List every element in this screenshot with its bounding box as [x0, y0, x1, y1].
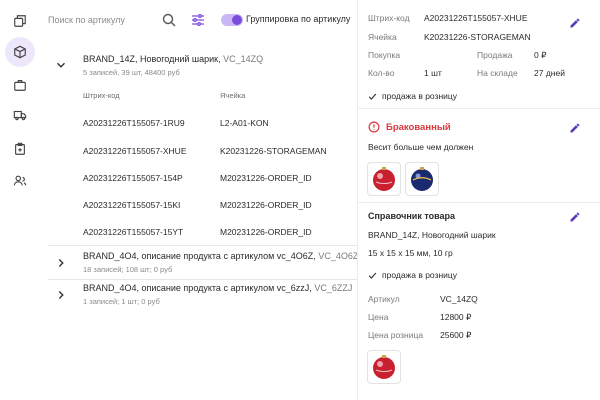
truck-icon	[13, 110, 27, 121]
catalog-dimensions: 15 x 15 x 15 мм, 10 гр	[368, 248, 453, 258]
cell-label: Ячейка	[368, 32, 397, 42]
group-summary: 5 записей, 39 шт, 48400 руб	[83, 68, 180, 77]
cell-value: K20231226-STORAGEMAN	[424, 32, 531, 42]
price-label: Цена	[368, 312, 389, 322]
row-barcode: A20231226T155057-15YT	[83, 227, 184, 237]
stack-icon	[14, 15, 26, 27]
sale-value: 0 ₽	[534, 50, 547, 60]
group-toggle-label: Группировка по артикулу	[246, 14, 351, 24]
product-list-panel: Группировка по артикулу BRAND_14Z, Новог…	[40, 0, 359, 400]
stock-value: 27 дней	[534, 68, 565, 78]
retail-price-label: Цена розница	[368, 330, 424, 340]
alert-circle-icon	[368, 121, 380, 133]
pencil-icon[interactable]	[569, 17, 581, 29]
article-label: Артикул	[368, 294, 400, 304]
toolbar: Группировка по артикулу	[48, 8, 357, 32]
qty-value: 1 шт	[424, 68, 442, 78]
rail-item-documents[interactable]	[5, 134, 35, 164]
price-value: 12800 ₽	[440, 312, 472, 322]
group-title[interactable]: BRAND_14Z, Новогодний шарик, VC_14ZQ	[83, 54, 263, 64]
row-cell: L2-A01-KON	[220, 118, 269, 128]
filter-settings-icon[interactable]	[190, 12, 206, 28]
clipboard-icon	[15, 142, 25, 155]
box-icon	[14, 45, 26, 59]
pencil-icon[interactable]	[569, 122, 581, 134]
ornament-red-image	[373, 167, 395, 191]
catalog-title: Справочник товара	[368, 211, 456, 221]
rail-item-delivery[interactable]	[5, 100, 35, 130]
check-icon	[368, 93, 377, 100]
chevron-right-icon[interactable]	[54, 288, 68, 302]
defect-status-title: Бракованный	[386, 122, 451, 133]
row-barcode: A20231226T155057-XHUE	[83, 146, 187, 156]
retail-price-value: 25600 ₽	[440, 330, 472, 340]
search-icon[interactable]	[161, 12, 177, 28]
row-cell: M20231226-ORDER_ID	[220, 227, 312, 237]
product-group[interactable]: BRAND_4O4, описание продукта с артикулом…	[40, 280, 357, 315]
search-input[interactable]	[48, 10, 168, 30]
defect-note: Весит больше чем должен	[368, 142, 474, 152]
item-detail-panel: Штрих-код A20231226T155057-XHUE Ячейка K…	[358, 0, 600, 400]
group-summary: 18 записей; 108 шт; 0 руб	[83, 265, 173, 274]
row-barcode: A20231226T155057-15KI	[83, 200, 181, 210]
catalog-retail-flag: продажа в розницу	[382, 270, 458, 280]
row-barcode: A20231226T155057-1RU9	[83, 118, 185, 128]
rail-item-products[interactable]	[5, 37, 35, 67]
briefcase-icon	[14, 80, 26, 91]
rail-item-warehouse[interactable]	[5, 70, 35, 100]
stock-label: На складе	[477, 68, 518, 78]
catalog-name: BRAND_14Z, Новогодний шарик	[368, 230, 496, 240]
toggle-knob	[232, 15, 242, 25]
row-cell: M20231226-ORDER_ID	[220, 200, 312, 210]
catalog-photo[interactable]	[367, 350, 401, 384]
nav-rail	[0, 0, 40, 400]
rail-item-list[interactable]	[5, 6, 35, 36]
column-header-cell: Ячейка	[220, 91, 246, 100]
check-icon	[368, 272, 377, 279]
rail-item-users[interactable]	[5, 166, 35, 196]
defect-photo[interactable]	[367, 162, 401, 196]
ornament-red-image	[373, 355, 395, 379]
section-divider	[358, 108, 600, 109]
defect-photo[interactable]	[405, 162, 439, 196]
chevron-down-icon[interactable]	[54, 58, 68, 72]
group-title: BRAND_4O4, описание продукта с артикулом…	[83, 251, 359, 261]
section-divider	[358, 202, 600, 203]
barcode-value: A20231226T155057-XHUE	[424, 13, 528, 23]
ornament-blue-image	[411, 167, 433, 191]
article-value: VC_14ZQ	[440, 294, 478, 304]
retail-sale-flag: продажа в розницу	[382, 91, 458, 101]
column-header-barcode: Штрих-код	[83, 91, 120, 100]
group-by-article-toggle[interactable]	[221, 14, 243, 26]
users-icon	[13, 175, 27, 186]
group-title: BRAND_4O4, описание продукта с артикулом…	[83, 283, 353, 293]
product-group: BRAND_14Z, Новогодний шарик, VC_14ZQ 5 з…	[40, 48, 357, 246]
row-barcode: A20231226T155057-154P	[83, 173, 183, 183]
pencil-icon[interactable]	[569, 211, 581, 223]
row-cell: K20231226-STORAGEMAN	[220, 146, 327, 156]
barcode-label: Штрих-код	[368, 13, 410, 23]
sale-label: Продажа	[477, 50, 513, 60]
chevron-right-icon[interactable]	[54, 256, 68, 270]
product-group[interactable]: BRAND_4O4, описание продукта с артикулом…	[40, 246, 359, 281]
purchase-label: Покупка	[368, 50, 401, 60]
row-cell: M20231226-ORDER_ID	[220, 173, 312, 183]
group-summary: 1 записей; 1 шт; 0 руб	[83, 297, 160, 306]
qty-label: Кол-во	[368, 68, 395, 78]
